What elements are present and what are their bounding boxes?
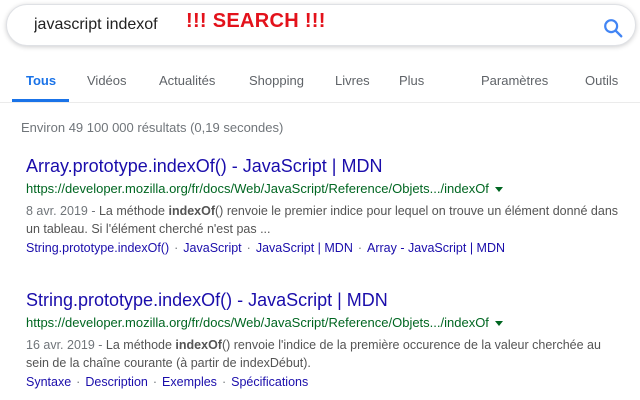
link-separator: · <box>152 375 158 389</box>
search-input[interactable] <box>34 16 184 34</box>
search-tabs: Tous Vidéos Actualités Shopping Livres P… <box>0 62 640 103</box>
result-url-text[interactable]: https://developer.mozilla.org/fr/docs/We… <box>26 315 489 330</box>
search-result: String.prototype.indexOf() - JavaScript … <box>26 289 626 391</box>
caret-down-icon[interactable] <box>494 321 503 327</box>
sitelink[interactable]: JavaScript <box>183 241 241 255</box>
result-sitelinks: String.prototype.indexOf() · JavaScript · Ja… <box>26 239 626 257</box>
link-separator: · <box>76 375 81 389</box>
sitelink[interactable]: Syntaxe <box>26 375 71 389</box>
link-separator: · <box>357 241 363 255</box>
result-date: 16 avr. 2019 <box>26 338 95 352</box>
sitelink[interactable]: String.prototype.indexOf() <box>26 241 169 255</box>
result-url: https://developer.mozilla.org/fr/docs/We… <box>26 315 626 331</box>
result-date: 8 avr. 2019 <box>26 204 88 218</box>
result-stats: Environ 49 100 000 résultats (0,19 secon… <box>21 120 284 135</box>
link-separator: · <box>221 375 227 389</box>
active-tab-indicator <box>12 99 69 102</box>
result-snippet: 16 avr. 2019 - La méthode indexOf() renv… <box>26 338 601 370</box>
tab-all[interactable]: Tous <box>26 73 56 88</box>
tab-books[interactable]: Livres <box>335 73 370 88</box>
tab-shopping[interactable]: Shopping <box>249 73 304 88</box>
result-url-text[interactable]: https://developer.mozilla.org/fr/docs/We… <box>26 181 489 196</box>
caret-down-icon[interactable] <box>494 187 503 193</box>
sitelink[interactable]: Exemples <box>162 375 217 389</box>
result-title-link[interactable]: String.prototype.indexOf() - JavaScript … <box>26 289 626 311</box>
tab-news[interactable]: Actualités <box>159 73 215 88</box>
result-snippet: 8 avr. 2019 - La méthode indexOf() renvo… <box>26 204 619 236</box>
tab-videos[interactable]: Vidéos <box>87 73 127 88</box>
search-result: Array.prototype.indexOf() - JavaScript |… <box>26 155 626 257</box>
result-url: https://developer.mozilla.org/fr/docs/We… <box>26 181 626 197</box>
search-annotation: !!! SEARCH !!! <box>186 10 326 32</box>
result-sitelinks: Syntaxe · Description · Exemples · Spécificati… <box>26 373 626 391</box>
sitelink[interactable]: Array - JavaScript | MDN <box>367 241 505 255</box>
tab-more[interactable]: Plus <box>399 73 424 88</box>
result-title-link[interactable]: Array.prototype.indexOf() - JavaScript |… <box>26 155 626 177</box>
link-separator: · <box>174 241 179 255</box>
search-icon[interactable] <box>602 17 624 39</box>
tab-tools[interactable]: Outils <box>585 73 618 88</box>
sitelink[interactable]: Spécifications <box>231 375 308 389</box>
sitelink[interactable]: JavaScript | MDN <box>256 241 353 255</box>
sitelink[interactable]: Description <box>85 375 148 389</box>
link-separator: · <box>246 241 251 255</box>
tab-settings[interactable]: Paramètres <box>481 73 548 88</box>
